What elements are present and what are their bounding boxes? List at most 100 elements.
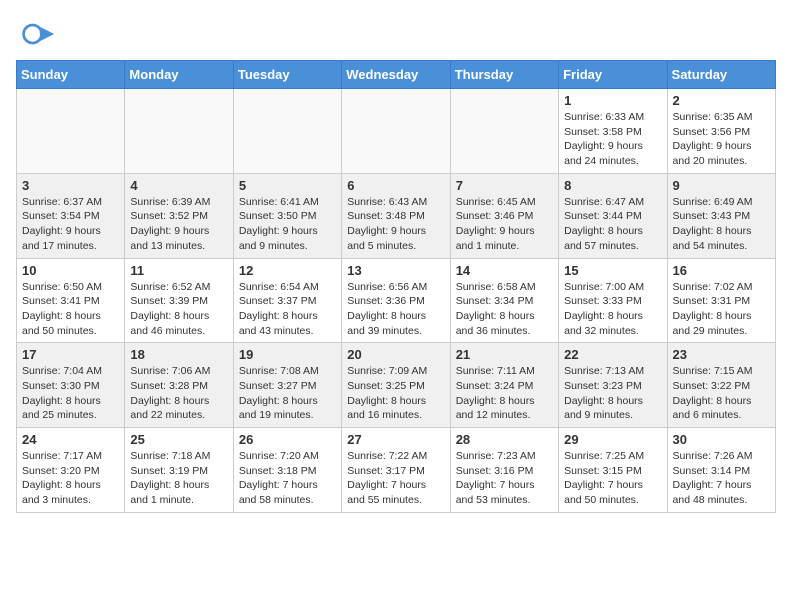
calendar-cell: 20Sunrise: 7:09 AM Sunset: 3:25 PM Dayli… [342, 343, 450, 428]
day-info: Sunrise: 7:18 AM Sunset: 3:19 PM Dayligh… [130, 449, 227, 508]
day-info: Sunrise: 7:26 AM Sunset: 3:14 PM Dayligh… [673, 449, 770, 508]
calendar-cell [342, 89, 450, 174]
day-info: Sunrise: 6:58 AM Sunset: 3:34 PM Dayligh… [456, 280, 553, 339]
page-header [0, 0, 792, 60]
day-number: 10 [22, 263, 119, 278]
calendar-cell: 19Sunrise: 7:08 AM Sunset: 3:27 PM Dayli… [233, 343, 341, 428]
calendar-cell: 12Sunrise: 6:54 AM Sunset: 3:37 PM Dayli… [233, 258, 341, 343]
weekday-header-sunday: Sunday [17, 61, 125, 89]
day-number: 22 [564, 347, 661, 362]
calendar-cell: 15 Sunrise: 7:00 AM Sunset: 3:33 PM Dayli… [559, 258, 667, 343]
calendar-cell: 24 Sunrise: 7:17 AM Sunset: 3:20 PM Dayli… [17, 428, 125, 513]
day-info: Sunrise: 6:49 AM Sunset: 3:43 PM Dayligh… [673, 195, 770, 254]
day-info: Sunrise: 6:33 AM Sunset: 3:58 PM Dayligh… [564, 110, 661, 169]
day-number: 8 [564, 178, 661, 193]
day-info: Sunrise: 6:43 AM Sunset: 3:48 PM Dayligh… [347, 195, 444, 254]
calendar-cell: 30 Sunrise: 7:26 AM Sunset: 3:14 PM Dayli… [667, 428, 775, 513]
day-number: 7 [456, 178, 553, 193]
calendar-cell [17, 89, 125, 174]
calendar-cell: 14 Sunrise: 6:58 AM Sunset: 3:34 PM Dayli… [450, 258, 558, 343]
weekday-header-tuesday: Tuesday [233, 61, 341, 89]
calendar-cell [450, 89, 558, 174]
calendar-cell: 22 Sunrise: 7:13 AM Sunset: 3:23 PM Dayli… [559, 343, 667, 428]
calendar-week-3: 10Sunrise: 6:50 AM Sunset: 3:41 PM Dayli… [17, 258, 776, 343]
day-number: 5 [239, 178, 336, 193]
logo-icon [20, 16, 56, 52]
day-number: 4 [130, 178, 227, 193]
day-info: Sunrise: 6:56 AM Sunset: 3:36 PM Dayligh… [347, 280, 444, 339]
day-info: Sunrise: 6:39 AM Sunset: 3:52 PM Dayligh… [130, 195, 227, 254]
calendar-body: 1 Sunrise: 6:33 AM Sunset: 3:58 PM Daylig… [17, 89, 776, 513]
calendar-cell: 25Sunrise: 7:18 AM Sunset: 3:19 PM Dayli… [125, 428, 233, 513]
calendar-cell: 1 Sunrise: 6:33 AM Sunset: 3:58 PM Daylig… [559, 89, 667, 174]
day-number: 28 [456, 432, 553, 447]
day-info: Sunrise: 6:54 AM Sunset: 3:37 PM Dayligh… [239, 280, 336, 339]
day-number: 30 [673, 432, 770, 447]
calendar-wrapper: SundayMondayTuesdayWednesdayThursdayFrid… [0, 60, 792, 513]
weekday-row: SundayMondayTuesdayWednesdayThursdayFrid… [17, 61, 776, 89]
calendar-cell: 21 Sunrise: 7:11 AM Sunset: 3:24 PM Dayli… [450, 343, 558, 428]
day-number: 9 [673, 178, 770, 193]
day-number: 15 [564, 263, 661, 278]
day-info: Sunrise: 7:25 AM Sunset: 3:15 PM Dayligh… [564, 449, 661, 508]
day-number: 13 [347, 263, 444, 278]
calendar-cell: 9 Sunrise: 6:49 AM Sunset: 3:43 PM Daylig… [667, 173, 775, 258]
day-info: Sunrise: 7:13 AM Sunset: 3:23 PM Dayligh… [564, 364, 661, 423]
day-info: Sunrise: 7:23 AM Sunset: 3:16 PM Dayligh… [456, 449, 553, 508]
day-number: 3 [22, 178, 119, 193]
calendar-cell: 10Sunrise: 6:50 AM Sunset: 3:41 PM Dayli… [17, 258, 125, 343]
calendar-cell: 3 Sunrise: 6:37 AM Sunset: 3:54 PM Daylig… [17, 173, 125, 258]
day-number: 24 [22, 432, 119, 447]
calendar-cell [125, 89, 233, 174]
calendar-cell: 28 Sunrise: 7:23 AM Sunset: 3:16 PM Dayli… [450, 428, 558, 513]
day-info: Sunrise: 7:02 AM Sunset: 3:31 PM Dayligh… [673, 280, 770, 339]
calendar-week-1: 1 Sunrise: 6:33 AM Sunset: 3:58 PM Daylig… [17, 89, 776, 174]
calendar-cell: 16 Sunrise: 7:02 AM Sunset: 3:31 PM Dayli… [667, 258, 775, 343]
weekday-header-thursday: Thursday [450, 61, 558, 89]
weekday-header-monday: Monday [125, 61, 233, 89]
day-info: Sunrise: 6:37 AM Sunset: 3:54 PM Dayligh… [22, 195, 119, 254]
calendar-cell: 29 Sunrise: 7:25 AM Sunset: 3:15 PM Dayli… [559, 428, 667, 513]
calendar-header: SundayMondayTuesdayWednesdayThursdayFrid… [17, 61, 776, 89]
day-info: Sunrise: 7:17 AM Sunset: 3:20 PM Dayligh… [22, 449, 119, 508]
calendar-cell: 4 Sunrise: 6:39 AM Sunset: 3:52 PM Daylig… [125, 173, 233, 258]
calendar-cell: 8Sunrise: 6:47 AM Sunset: 3:44 PM Daylig… [559, 173, 667, 258]
day-number: 23 [673, 347, 770, 362]
day-number: 6 [347, 178, 444, 193]
calendar-cell: 5 Sunrise: 6:41 AM Sunset: 3:50 PM Daylig… [233, 173, 341, 258]
day-info: Sunrise: 6:41 AM Sunset: 3:50 PM Dayligh… [239, 195, 336, 254]
calendar-cell: 26 Sunrise: 7:20 AM Sunset: 3:18 PM Dayli… [233, 428, 341, 513]
calendar-cell: 7 Sunrise: 6:45 AM Sunset: 3:46 PM Daylig… [450, 173, 558, 258]
calendar-cell [233, 89, 341, 174]
day-info: Sunrise: 7:20 AM Sunset: 3:18 PM Dayligh… [239, 449, 336, 508]
day-number: 16 [673, 263, 770, 278]
weekday-header-saturday: Saturday [667, 61, 775, 89]
calendar-cell: 13 Sunrise: 6:56 AM Sunset: 3:36 PM Dayli… [342, 258, 450, 343]
day-number: 26 [239, 432, 336, 447]
day-info: Sunrise: 6:35 AM Sunset: 3:56 PM Dayligh… [673, 110, 770, 169]
day-info: Sunrise: 7:00 AM Sunset: 3:33 PM Dayligh… [564, 280, 661, 339]
day-number: 1 [564, 93, 661, 108]
calendar-cell: 17Sunrise: 7:04 AM Sunset: 3:30 PM Dayli… [17, 343, 125, 428]
day-number: 14 [456, 263, 553, 278]
day-info: Sunrise: 7:09 AM Sunset: 3:25 PM Dayligh… [347, 364, 444, 423]
day-number: 2 [673, 93, 770, 108]
calendar-week-5: 24 Sunrise: 7:17 AM Sunset: 3:20 PM Dayli… [17, 428, 776, 513]
day-number: 18 [130, 347, 227, 362]
weekday-header-wednesday: Wednesday [342, 61, 450, 89]
day-number: 21 [456, 347, 553, 362]
calendar-cell: 27 Sunrise: 7:22 AM Sunset: 3:17 PM Dayli… [342, 428, 450, 513]
calendar-cell: 23Sunrise: 7:15 AM Sunset: 3:22 PM Dayli… [667, 343, 775, 428]
day-info: Sunrise: 7:22 AM Sunset: 3:17 PM Dayligh… [347, 449, 444, 508]
day-info: Sunrise: 7:06 AM Sunset: 3:28 PM Dayligh… [130, 364, 227, 423]
day-number: 27 [347, 432, 444, 447]
calendar-cell: 18 Sunrise: 7:06 AM Sunset: 3:28 PM Dayli… [125, 343, 233, 428]
calendar-cell: 11Sunrise: 6:52 AM Sunset: 3:39 PM Dayli… [125, 258, 233, 343]
day-info: Sunrise: 6:45 AM Sunset: 3:46 PM Dayligh… [456, 195, 553, 254]
calendar-week-2: 3 Sunrise: 6:37 AM Sunset: 3:54 PM Daylig… [17, 173, 776, 258]
day-number: 29 [564, 432, 661, 447]
day-info: Sunrise: 6:52 AM Sunset: 3:39 PM Dayligh… [130, 280, 227, 339]
day-info: Sunrise: 7:11 AM Sunset: 3:24 PM Dayligh… [456, 364, 553, 423]
day-number: 17 [22, 347, 119, 362]
calendar-cell: 6 Sunrise: 6:43 AM Sunset: 3:48 PM Daylig… [342, 173, 450, 258]
